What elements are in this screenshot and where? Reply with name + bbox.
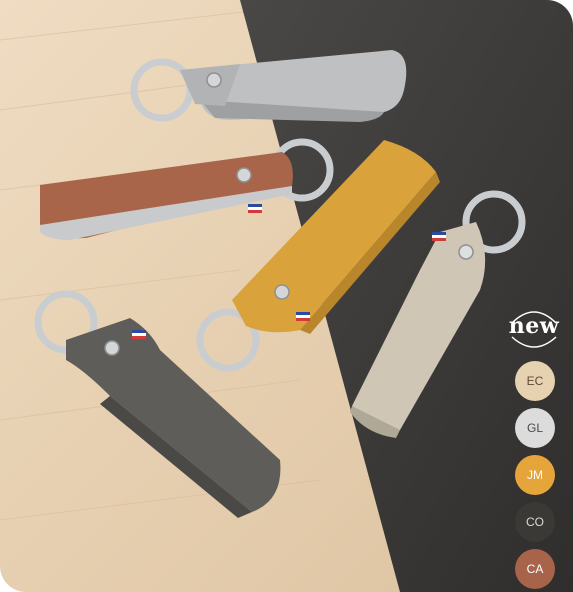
- product-photo-frame: new EC GL JM CO CA: [0, 0, 573, 592]
- color-swatch-co[interactable]: CO: [515, 502, 555, 542]
- new-badge: new: [506, 305, 562, 351]
- color-swatch-gl[interactable]: GL: [515, 408, 555, 448]
- color-swatch-ec[interactable]: EC: [515, 361, 555, 401]
- color-swatches: EC GL JM CO CA: [515, 361, 555, 592]
- new-label: new: [508, 313, 560, 339]
- color-swatch-jm[interactable]: JM: [515, 455, 555, 495]
- color-swatch-ca[interactable]: CA: [515, 549, 555, 589]
- keychains-photo: [0, 0, 573, 592]
